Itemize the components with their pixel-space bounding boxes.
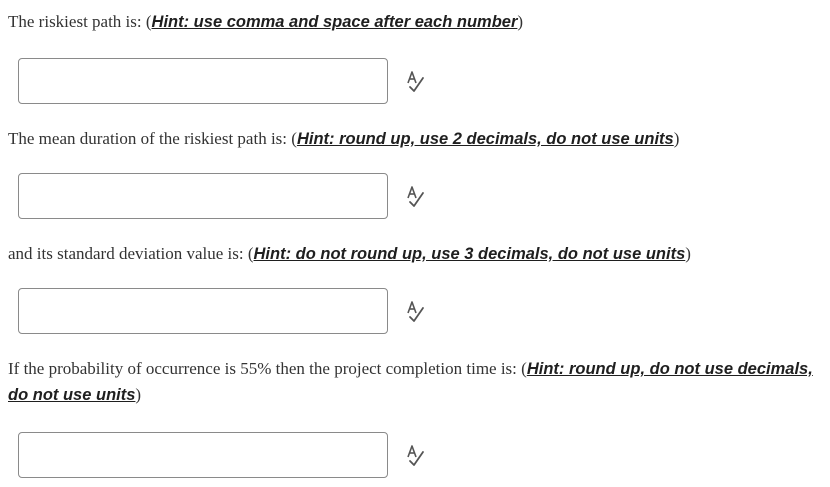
question-1-suffix: ) xyxy=(517,12,524,31)
question-3-hint: Hint: do not round up, use 3 decimals, d… xyxy=(253,245,686,263)
answer-input-2[interactable] xyxy=(18,173,388,219)
question-4-suffix: ) xyxy=(135,385,142,404)
answer-input-3[interactable] xyxy=(18,288,388,334)
question-1-prefix: The riskiest path is: ( xyxy=(8,12,152,31)
question-3-text: and its standard deviation value is: (Hi… xyxy=(8,241,826,267)
answer-row-3 xyxy=(18,287,428,335)
question-4-prefix: If the probability of occurrence is 55% … xyxy=(8,359,527,378)
question-2-text: The mean duration of the riskiest path i… xyxy=(8,126,826,152)
question-4-text: If the probability of occurrence is 55% … xyxy=(8,356,826,408)
spellcheck-icon[interactable] xyxy=(402,298,428,324)
question-3-prefix: and its standard deviation value is: ( xyxy=(8,244,254,263)
question-1-text: The riskiest path is: (Hint: use comma a… xyxy=(8,9,826,35)
spellcheck-icon[interactable] xyxy=(402,68,428,94)
answer-input-4[interactable] xyxy=(18,432,388,478)
spellcheck-icon[interactable] xyxy=(402,183,428,209)
answer-row-2 xyxy=(18,172,428,220)
question-1-hint: Hint: use comma and space after each num… xyxy=(151,13,518,31)
answer-row-1 xyxy=(18,57,428,105)
question-3-suffix: ) xyxy=(685,244,691,263)
answer-input-1[interactable] xyxy=(18,58,388,104)
spellcheck-icon[interactable] xyxy=(402,442,428,468)
question-2-hint: Hint: round up, use 2 decimals, do not u… xyxy=(296,130,674,148)
answer-row-4 xyxy=(18,431,428,479)
question-2-suffix: ) xyxy=(673,129,680,148)
question-2-prefix: The mean duration of the riskiest path i… xyxy=(8,129,297,148)
